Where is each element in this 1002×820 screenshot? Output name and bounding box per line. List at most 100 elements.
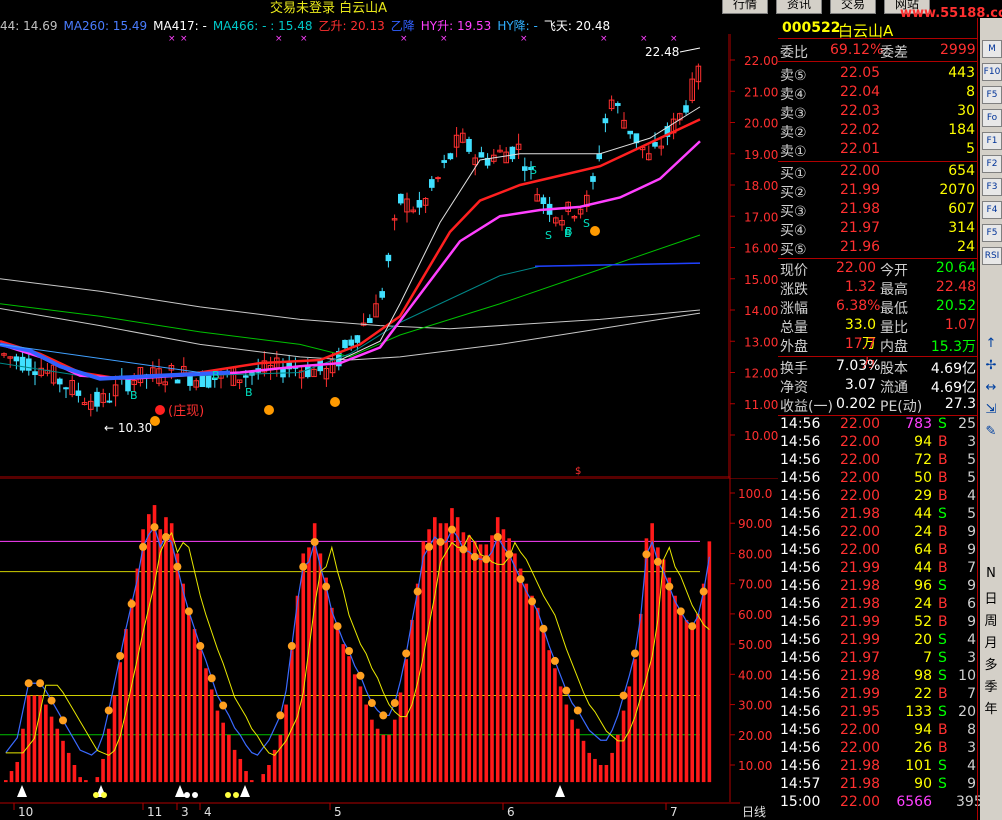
tick-count: 9	[967, 524, 976, 540]
sidebar-tool-icon[interactable]: ⇲	[982, 402, 1000, 417]
tick-side: B	[938, 434, 948, 450]
tick-price: 21.98	[840, 578, 881, 594]
tick-volume: 52	[914, 614, 932, 630]
fund-value: 7.03%	[836, 358, 881, 374]
indicator-bar	[444, 523, 449, 783]
sell-volume: 30	[957, 103, 975, 119]
price-tick-label: 12.00	[744, 367, 778, 381]
sidebar-button-2[interactable]: F5	[982, 86, 1002, 104]
tick-volume: 24	[914, 524, 932, 540]
stat-value: 6.38%	[836, 298, 881, 314]
indicator-bar	[232, 749, 237, 783]
ma-legend-item-7: HY降: -	[497, 19, 538, 33]
menu-quote-button[interactable]: 行情	[722, 0, 768, 14]
peach-dot	[310, 537, 319, 546]
price-tick-label: 14.00	[744, 304, 778, 318]
sidebar-button-1[interactable]: F10	[982, 63, 1002, 81]
sidebar-tool-icon[interactable]: ↔	[982, 380, 1000, 395]
sell-row: 卖③ 22.03 30	[778, 103, 978, 122]
candle-body	[63, 387, 69, 390]
sidebar-button-8[interactable]: F5	[982, 224, 1002, 242]
sidebar-button-0[interactable]: M	[982, 40, 1002, 58]
candle-body	[19, 356, 26, 371]
tick-time: 14:56	[780, 452, 821, 468]
tick-price: 21.99	[840, 614, 881, 630]
tick-volume: 783	[905, 416, 932, 432]
indicator-bar	[295, 595, 300, 783]
sidebar-tool-icon[interactable]: ↑	[982, 336, 1000, 351]
candle-body	[305, 365, 311, 378]
tick-time: 14:56	[780, 416, 821, 432]
period-button-1[interactable]: 日	[982, 588, 1000, 607]
tick-price: 22.00	[840, 470, 881, 486]
sidebar-button-3[interactable]: Fo	[982, 109, 1002, 127]
stat-row: 总量 33.0万 量比 1.07	[778, 317, 978, 352]
sidebar-button-7[interactable]: F4	[982, 201, 1002, 219]
candle-body	[379, 291, 385, 298]
tick-time: 14:57	[780, 776, 821, 792]
signal-dot	[330, 397, 340, 407]
indicator-bar	[26, 695, 31, 783]
tick-count: 4	[967, 488, 976, 504]
stat-label: 涨幅	[780, 301, 808, 317]
sidebar-button-5[interactable]: F2	[982, 155, 1002, 173]
indicator-chart[interactable]: 100.0 90.00 80.00 70.00 60.00 50.00 40.00 30.00…	[0, 478, 778, 802]
ma-legend-item-1: MA260: 15.49	[63, 19, 148, 33]
period-button-0[interactable]: N	[982, 566, 1000, 581]
fund-value: 0.202	[836, 396, 877, 412]
indicator-bar	[484, 544, 489, 783]
indicator-bar	[673, 595, 677, 783]
indicator-bar	[627, 686, 632, 783]
sidebar-button-4[interactable]: F1	[982, 132, 1002, 150]
stat-label: 总量	[780, 320, 808, 336]
peach-dot	[550, 656, 559, 665]
bs-marker: S	[530, 164, 537, 177]
candlestick-chart[interactable]: 22.48← 10.30(庄现)$BBBS BSSB× × × × × × × × × ×	[0, 34, 730, 478]
sidebar-button-9[interactable]: RSI	[982, 247, 1002, 265]
indicator-bar	[147, 514, 151, 783]
indicator-bar	[9, 771, 14, 783]
tick-count: 395	[956, 794, 983, 810]
tick-side: B	[938, 470, 948, 486]
tick-row: 14:56 21.98 101 S 4	[778, 758, 978, 776]
indicator-bar	[610, 752, 614, 783]
tick-side: S	[938, 632, 947, 648]
buy-label: 买①	[780, 166, 807, 182]
candle-body	[32, 371, 38, 376]
sidebar-tool-icon[interactable]: ✎	[982, 424, 1000, 439]
fund-row: 换手 7.03% 股本 4.69亿	[778, 358, 978, 377]
indicator-bar	[375, 728, 380, 783]
tick-time: 14:56	[780, 596, 821, 612]
x-marker: ×	[180, 34, 188, 44]
period-button-6[interactable]: 年	[982, 698, 1000, 717]
peach-dot	[562, 686, 571, 695]
price-tick-label: 16.00	[744, 242, 778, 256]
bs-marker: B	[212, 369, 220, 382]
menu-trade-button[interactable]: 交易	[830, 0, 876, 14]
indicator-bar	[467, 535, 471, 783]
ind-tick-label: 80.00	[738, 547, 772, 561]
menu-news-button[interactable]: 资讯	[776, 0, 822, 14]
peach-dot	[356, 671, 365, 680]
buy-volume: 2070	[939, 182, 975, 198]
period-button-4[interactable]: 多	[982, 654, 1000, 673]
period-button-3[interactable]: 月	[982, 632, 1000, 651]
tick-volume: 98	[914, 668, 932, 684]
indicator-bar	[209, 689, 214, 783]
period-button-2[interactable]: 周	[982, 610, 1000, 629]
indicator-bar	[169, 523, 174, 783]
weicha-value: 2999	[940, 42, 976, 58]
candle-body	[596, 153, 603, 160]
x-marker: ×	[400, 34, 408, 44]
period-button-5[interactable]: 季	[982, 676, 1000, 695]
peach-dot	[688, 622, 697, 631]
stat-value-2: 1.07	[944, 317, 976, 333]
tick-time: 14:56	[780, 506, 821, 522]
ind-tick-label: 20.00	[738, 729, 772, 743]
bottom-dot	[184, 792, 190, 798]
sidebar-tool-icon[interactable]: ✢	[982, 358, 1000, 373]
tick-time: 14:56	[780, 722, 821, 738]
tick-count: 5	[967, 452, 976, 468]
tick-row: 14:56 22.00 64 B 9	[778, 542, 978, 560]
sidebar-button-6[interactable]: F3	[982, 178, 1002, 196]
